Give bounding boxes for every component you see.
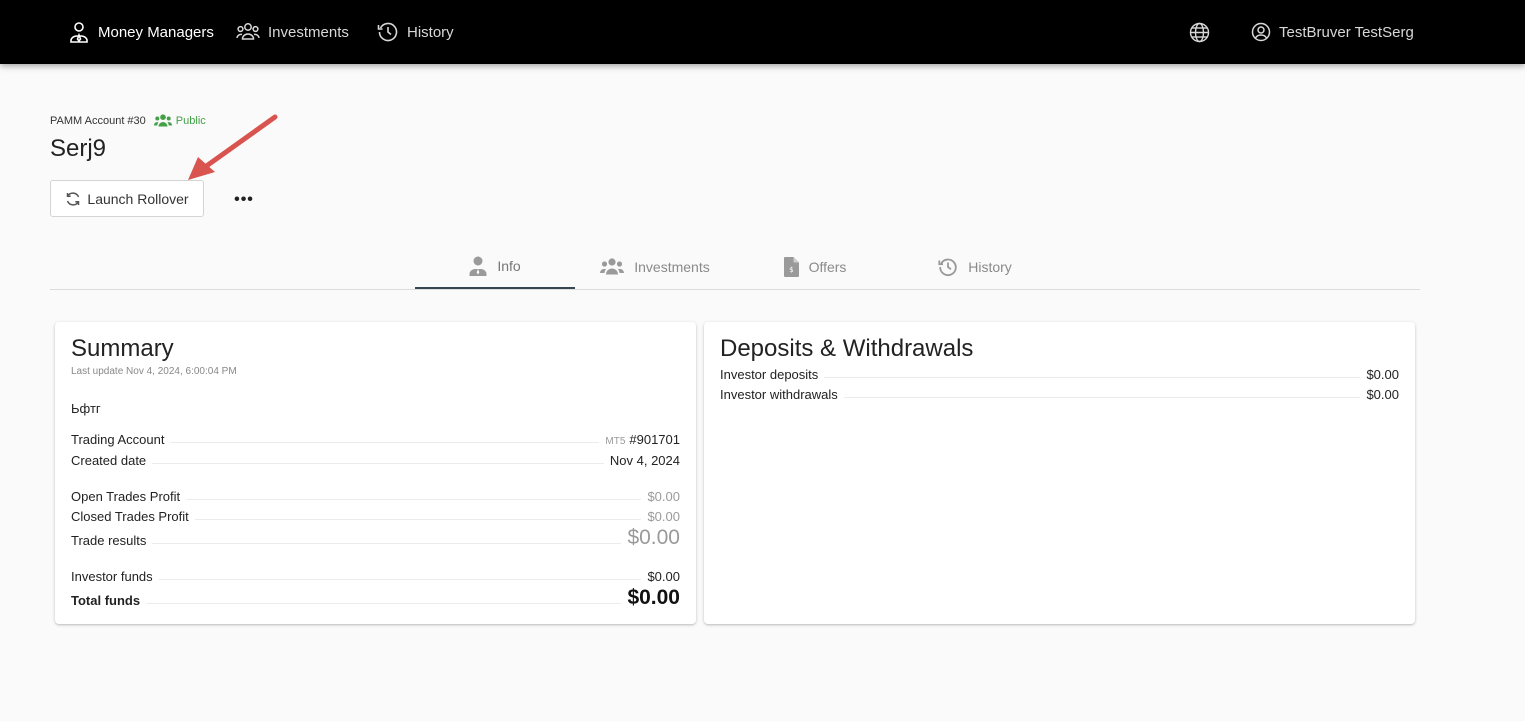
nav-history[interactable]: History [377, 0, 454, 64]
svg-text:$: $ [789, 266, 793, 274]
account-name: Serj9 [50, 135, 107, 162]
user-name: TestBruver TestSerg [1279, 23, 1414, 41]
created-date-value: Nov 4, 2024 [609, 453, 680, 468]
row-leader [146, 603, 622, 604]
platform-badge: MT5 [605, 436, 626, 447]
closed-trades-label: Closed Trades Profit [71, 509, 189, 524]
row-leader [152, 463, 604, 464]
investor-withdrawals-value: $0.00 [1366, 387, 1399, 402]
total-funds-value: $0.00 [627, 586, 680, 609]
deposits-withdrawals-card: Deposits & Withdrawals Investor deposits… [704, 322, 1415, 624]
tab-offers-label: Offers [808, 258, 847, 275]
row-leader [843, 397, 1361, 398]
trading-account-number: #901701 [629, 432, 680, 447]
user-tie-icon [70, 22, 88, 43]
investor-withdrawals-label: Investor withdrawals [720, 387, 838, 402]
investor-deposits-label: Investor deposits [720, 367, 819, 382]
tab-info-label: Info [497, 257, 521, 274]
user-tie-icon [469, 256, 487, 276]
row-leader [824, 377, 1361, 378]
closed-trades-row: Closed Trades Profit $0.00 [71, 509, 680, 524]
file-invoice-icon: $ [783, 256, 799, 277]
account-number: PAMM Account #30 [50, 114, 146, 127]
investor-funds-label: Investor funds [71, 569, 153, 584]
tabs-divider [50, 289, 1420, 290]
last-update: Last update Nov 4, 2024, 6:00:04 PM [71, 366, 237, 377]
open-trades-value: $0.00 [647, 489, 680, 504]
users-icon [236, 23, 260, 40]
trade-results-value: $0.00 [627, 526, 680, 549]
investor-deposits-value: $0.00 [1366, 367, 1399, 382]
closed-trades-value: $0.00 [647, 509, 680, 524]
more-actions-button[interactable]: ••• [234, 190, 254, 210]
total-funds-row: Total funds $0.00 [71, 587, 680, 608]
tab-history[interactable]: History [930, 244, 1020, 289]
account-description: Ьфтг [71, 401, 101, 416]
annotation-arrow-icon [188, 114, 278, 180]
top-navigation-bar: Money Managers Investments History TestB… [0, 0, 1525, 64]
globe-icon [1189, 22, 1210, 42]
nav-investments[interactable]: Investments [236, 0, 349, 64]
investor-funds-value: $0.00 [647, 569, 680, 584]
tab-offers[interactable]: $ Offers [775, 244, 855, 289]
launch-rollover-label: Launch Rollover [87, 190, 189, 207]
deposits-title: Deposits & Withdrawals [720, 335, 974, 362]
users-icon [153, 114, 172, 127]
total-funds-label: Total funds [71, 593, 141, 608]
trade-results-row: Trade results $0.00 [71, 527, 680, 548]
language-selector[interactable] [1189, 0, 1218, 64]
investor-deposits-row: Investor deposits $0.00 [720, 367, 1399, 382]
user-circle-icon [1251, 22, 1271, 42]
tab-history-label: History [968, 258, 1012, 275]
row-leader [158, 579, 642, 580]
trading-account-label: Trading Account [71, 432, 165, 447]
trading-account-row: Trading Account MT5 #901701 [71, 432, 680, 447]
nav-money-managers[interactable]: Money Managers [68, 0, 214, 64]
tab-info[interactable]: Info [415, 244, 575, 289]
investor-funds-row: Investor funds $0.00 [71, 569, 680, 584]
created-date-label: Created date [71, 453, 147, 468]
nav-investments-label: Investments [268, 23, 349, 41]
row-leader [170, 442, 600, 443]
nav-history-label: History [407, 23, 454, 41]
nav-money-managers-label: Money Managers [98, 23, 214, 41]
trade-results-label: Trade results [71, 533, 147, 548]
tab-investments-label: Investments [634, 258, 710, 275]
open-trades-row: Open Trades Profit $0.00 [71, 489, 680, 504]
open-trades-label: Open Trades Profit [71, 489, 181, 504]
row-leader [152, 543, 622, 544]
created-date-row: Created date Nov 4, 2024 [71, 453, 680, 468]
history-icon [938, 258, 957, 276]
summary-card: Summary Last update Nov 4, 2024, 6:00:04… [55, 322, 696, 624]
history-icon [377, 22, 398, 42]
investor-withdrawals-row: Investor withdrawals $0.00 [720, 387, 1399, 402]
refresh-icon [67, 191, 80, 206]
tab-investments[interactable]: Investments [590, 244, 720, 289]
user-menu[interactable]: TestBruver TestSerg [1251, 0, 1414, 64]
summary-title: Summary [71, 335, 174, 362]
trading-account-value: MT5 #901701 [605, 432, 680, 447]
row-leader [186, 499, 642, 500]
row-leader [194, 519, 642, 520]
users-icon [600, 258, 625, 275]
